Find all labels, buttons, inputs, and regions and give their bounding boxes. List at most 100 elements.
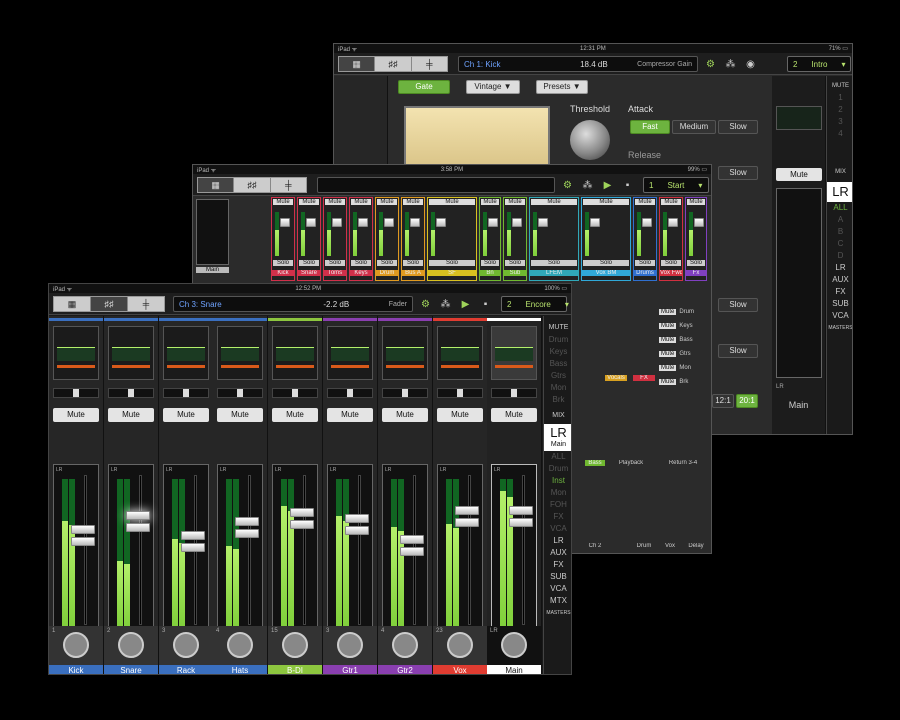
solo-button[interactable]: Solo — [299, 260, 319, 266]
pan-handle[interactable] — [183, 389, 189, 397]
mix-foh-tab[interactable]: FOH — [544, 499, 571, 511]
vintage-dropdown[interactable]: Vintage ▼ — [466, 80, 520, 94]
scene-selector[interactable]: 2 Intro ▾ — [787, 56, 851, 72]
pan-slider[interactable] — [108, 388, 154, 398]
mute-group-3[interactable]: 3 — [827, 116, 852, 128]
attack-medium-button[interactable]: Medium — [672, 120, 716, 134]
scene-selector[interactable]: 1 Start ▾ — [643, 177, 709, 193]
fader-cap[interactable] — [280, 218, 290, 227]
mix-lr-button[interactable]: LR — [827, 182, 852, 202]
channel-eq-thumbnail[interactable] — [53, 326, 99, 380]
mute-button[interactable]: Mute — [491, 408, 537, 422]
mix-b-tab[interactable]: B — [827, 226, 852, 238]
pan-slider[interactable] — [53, 388, 99, 398]
solo-button[interactable]: Solo — [273, 260, 293, 266]
mute-group-keys[interactable]: Keys — [544, 346, 571, 358]
pan-handle[interactable] — [73, 389, 79, 397]
knee-slow-button[interactable]: Slow — [718, 298, 758, 312]
pan-slider[interactable] — [272, 388, 318, 398]
scene-selector[interactable]: 2 Encore ▾ — [501, 296, 569, 312]
overview-view-icon[interactable]: ▦ — [198, 178, 235, 192]
overview-strip[interactable]: Mute Solo Vox Fwd — [659, 197, 683, 281]
mix-c-tab[interactable]: C — [827, 238, 852, 250]
settings-gear-icon[interactable]: ⚙ — [704, 58, 717, 71]
fader-track[interactable] — [139, 475, 142, 625]
mute-button[interactable]: Mute — [661, 199, 681, 205]
channel-footer[interactable]: 15 B-DI — [268, 626, 323, 674]
pan-handle[interactable] — [511, 389, 517, 397]
master-sub-tab[interactable]: SUB — [827, 298, 852, 310]
threshold-knob[interactable] — [570, 120, 610, 160]
mute-button[interactable]: Mute — [325, 199, 345, 205]
solo-button[interactable]: Solo — [505, 260, 525, 266]
routing-icon[interactable]: ⁂ — [581, 179, 594, 192]
group-row[interactable]: Mute Mon — [659, 361, 711, 375]
mute-button[interactable]: Mute — [272, 408, 318, 422]
fader-track[interactable] — [84, 475, 87, 625]
master-aux-tab[interactable]: AUX — [827, 274, 852, 286]
mute-button[interactable]: Mute — [635, 199, 655, 205]
fader-cap[interactable] — [71, 525, 95, 534]
channel-eq-thumbnail[interactable] — [382, 326, 428, 380]
solo-button[interactable]: Solo — [377, 260, 397, 266]
fader-cap[interactable] — [694, 218, 704, 227]
fader-cap[interactable] — [436, 218, 446, 227]
presets-dropdown[interactable]: Presets ▼ — [536, 80, 588, 94]
mute-group-4[interactable]: 4 — [827, 128, 852, 140]
overview-strip[interactable]: Mute Solo Kick — [271, 197, 295, 281]
mute-button[interactable]: Mute — [377, 199, 397, 205]
group-mute-button[interactable]: Mute — [659, 337, 677, 343]
pan-slider[interactable] — [163, 388, 209, 398]
fader-cap[interactable] — [512, 218, 522, 227]
mixer-view-icon[interactable]: ♯♯ — [234, 178, 271, 192]
solo-button[interactable]: Solo — [325, 260, 345, 266]
release-slow-button[interactable]: Slow — [718, 166, 758, 180]
channel-eq-thumbnail[interactable] — [163, 326, 209, 380]
overview-strip[interactable]: Mute Solo SF — [427, 197, 477, 281]
master-fx-tab[interactable]: FX — [827, 286, 852, 298]
solo-button[interactable]: Solo — [351, 260, 371, 266]
pan-slider[interactable] — [491, 388, 537, 398]
overview-strip[interactable]: Mute Solo Bn — [479, 197, 501, 281]
mixer-view-icon[interactable]: ♯♯ — [375, 57, 412, 71]
channel-eq-thumbnail[interactable] — [217, 326, 263, 380]
settings-gear-icon[interactable]: ⚙ — [561, 179, 574, 192]
master-lr-tab[interactable]: LR — [544, 535, 571, 547]
fader-cap[interactable] — [126, 511, 150, 520]
solo-button[interactable]: Solo — [481, 260, 499, 266]
routing-icon[interactable]: ⁂ — [724, 58, 737, 71]
record-icon[interactable]: ▪ — [479, 298, 492, 311]
view-switcher[interactable]: ▦ ♯♯ ╪ — [53, 296, 165, 312]
fader-cap[interactable] — [235, 517, 259, 526]
fader-cap[interactable] — [590, 218, 600, 227]
play-icon[interactable]: ▶ — [459, 298, 472, 311]
pan-handle[interactable] — [237, 389, 243, 397]
solo-button[interactable]: Solo — [531, 260, 577, 266]
mix-mon-tab[interactable]: Mon — [544, 487, 571, 499]
fader-cap[interactable] — [400, 535, 424, 544]
group-mute-button[interactable]: Mute — [659, 351, 677, 357]
pan-slider[interactable] — [217, 388, 263, 398]
channel-view-icon[interactable]: ╪ — [271, 178, 306, 192]
solo-button[interactable]: Solo — [429, 260, 475, 266]
overview-strip[interactable]: Mute Solo Bus A — [401, 197, 425, 281]
group-mute-button[interactable]: Mute — [659, 323, 677, 329]
channel-view-icon[interactable]: ╪ — [412, 57, 447, 71]
fader-cap[interactable] — [642, 218, 652, 227]
mute-button[interactable]: Mute — [351, 199, 371, 205]
main-mute-button[interactable]: Mute — [776, 168, 822, 181]
mix-all-tab[interactable]: ALL — [544, 451, 571, 463]
channel-footer[interactable]: 23 Vox — [433, 626, 488, 674]
mute-button[interactable]: Mute — [299, 199, 319, 205]
solo-button[interactable]: Solo — [687, 260, 705, 266]
fader-cap[interactable] — [290, 508, 314, 517]
mute-button[interactable]: Mute — [217, 408, 263, 422]
mix-a-tab[interactable]: A — [827, 214, 852, 226]
pan-handle[interactable] — [402, 389, 408, 397]
solo-button[interactable]: Solo — [661, 260, 681, 266]
mute-button[interactable]: Mute — [53, 408, 99, 422]
master-mtx-tab[interactable]: MTX — [544, 595, 571, 607]
master-lr-tab[interactable]: LR — [827, 262, 852, 274]
fader-cap[interactable] — [181, 531, 205, 540]
settings-gear-icon[interactable]: ⚙ — [419, 298, 432, 311]
